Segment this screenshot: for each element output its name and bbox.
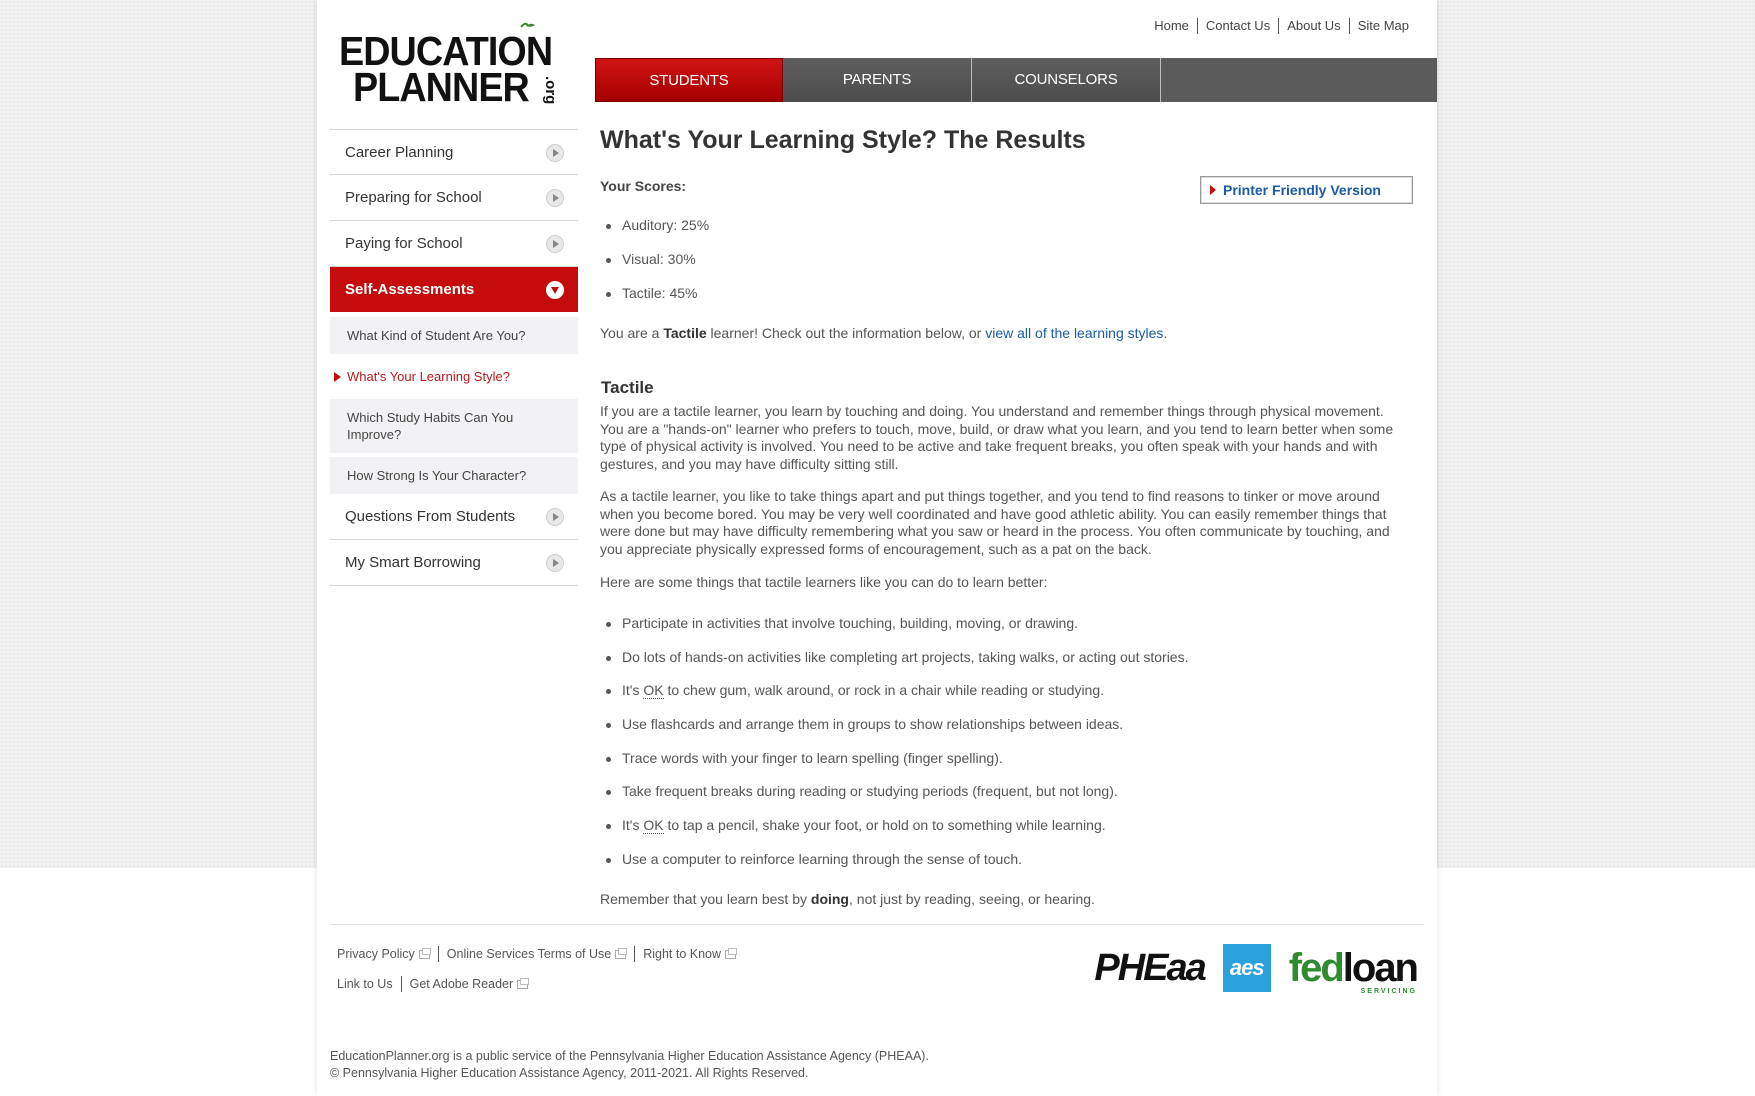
footer-link-label[interactable]: Right to Know: [643, 946, 721, 962]
fedloan-logo-fed: fed: [1288, 945, 1345, 990]
copyright-line-2: © Pennsylvania Higher Education Assistan…: [330, 1066, 809, 1080]
chevron-right-icon: [546, 189, 564, 207]
tip-item: Participate in activities that involve t…: [600, 615, 1188, 649]
sidebar-subitem-label: What's Your Learning Style?: [347, 369, 510, 384]
closing-part: Remember that you learn best by: [600, 891, 811, 907]
sidebar-item-label: Questions From Students: [345, 508, 516, 525]
logo-line2: PLANNER: [353, 64, 530, 110]
tip-item: Use flashcards and arrange them in group…: [600, 716, 1188, 750]
external-link-icon: [418, 947, 431, 959]
tip-item: Use a computer to reinforce learning thr…: [600, 851, 1188, 885]
closing-part: , not just by reading, seeing, or hearin…: [849, 891, 1095, 907]
footer-link-right-to-know[interactable]: Right to Know: [634, 946, 744, 962]
sidebar-item-preparing-for-school[interactable]: Preparing for School: [330, 175, 578, 221]
view-all-styles-link[interactable]: view all of the learning styles: [985, 325, 1163, 341]
fedloan-logo-loan: loan: [1342, 945, 1419, 990]
sidebar-item-label: Career Planning: [345, 144, 454, 161]
logo-suffix: .org: [542, 76, 559, 105]
description-paragraph-1: If you are a tactile learner, you learn …: [600, 403, 1394, 472]
footer-link-adobe-reader[interactable]: Get Adobe Reader: [400, 976, 537, 992]
page-container: EDUCATION PLANNER .org Home Contact Us A…: [317, 0, 1437, 1096]
footer-links-row: Privacy Policy Online Services Terms of …: [337, 946, 744, 976]
sidebar-nav: Career Planning Preparing for School Pay…: [330, 129, 578, 586]
page-title: What's Your Learning Style? The Results: [600, 126, 1086, 154]
tips-list: Participate in activities that involve t…: [600, 615, 1188, 885]
scores-label: Your Scores:: [600, 178, 687, 194]
tip-item: It's OK to chew gum, walk around, or roc…: [600, 682, 1188, 716]
sidebar-item-career-planning[interactable]: Career Planning: [330, 129, 578, 175]
utility-nav: Home Contact Us About Us Site Map: [1146, 18, 1417, 34]
footer-link-privacy[interactable]: Privacy Policy: [337, 946, 438, 962]
score-visual: Visual: 30%: [600, 251, 709, 285]
chevron-right-icon: [546, 508, 564, 526]
tab-parents[interactable]: PARENTS: [783, 58, 972, 102]
footer-link-label[interactable]: Get Adobe Reader: [410, 976, 514, 992]
score-tactile: Tactile: 45%: [600, 285, 709, 319]
util-link-sitemap[interactable]: Site Map: [1348, 18, 1417, 34]
section-title: Tactile: [601, 378, 654, 397]
tab-counselors[interactable]: COUNSELORS: [972, 58, 1161, 102]
apple-icon: [520, 22, 535, 28]
sidebar-item-questions-from-students[interactable]: Questions From Students: [330, 494, 578, 540]
intro-text: learner! Check out the information below…: [706, 325, 986, 341]
util-link-home[interactable]: Home: [1146, 18, 1197, 34]
sidebar-item-label: Preparing for School: [345, 189, 482, 206]
scores-list: Auditory: 25% Visual: 30% Tactile: 45%: [600, 217, 709, 319]
util-link-contact[interactable]: Contact Us: [1196, 18, 1278, 34]
sidebar-subitem-character[interactable]: How Strong Is Your Character?: [330, 457, 578, 494]
copyright-line-1: EducationPlanner.org is a public service…: [330, 1049, 929, 1063]
tips-intro: Here are some things that tactile learne…: [600, 574, 1048, 590]
sidebar-item-label: Paying for School: [345, 235, 463, 252]
partner-logos: PHEaa aes fedloan SERVICING: [1094, 944, 1419, 995]
sidebar-subitem-study-habits[interactable]: Which Study Habits Can You Improve?: [330, 399, 578, 453]
learner-type: Tactile: [663, 325, 707, 341]
tab-students[interactable]: STUDENTS: [595, 58, 783, 102]
sidebar-subitem-student-type[interactable]: What Kind of Student Are You?: [330, 317, 578, 354]
external-link-icon: [615, 947, 628, 959]
util-link-about[interactable]: About Us: [1278, 18, 1348, 34]
chevron-right-icon: [546, 144, 564, 162]
pheaa-logo[interactable]: PHEaa: [1094, 947, 1206, 990]
sidebar-subitem-learning-style[interactable]: What's Your Learning Style?: [330, 358, 578, 395]
sidebar-item-label: Self-Assessments: [345, 281, 475, 298]
external-link-icon: [517, 977, 530, 989]
footer-links-row: Link to Us Get Adobe Reader: [337, 976, 744, 1006]
aes-logo[interactable]: aes: [1222, 944, 1271, 992]
current-page-caret-icon: [334, 372, 341, 382]
description-paragraph-2: As a tactile learner, you like to take t…: [600, 488, 1390, 557]
closing-bold: doing: [810, 891, 849, 907]
footer-link-label[interactable]: Link to Us: [337, 976, 393, 992]
printer-friendly-button[interactable]: Printer Friendly Version: [1200, 176, 1413, 204]
sidebar-item-my-smart-borrowing[interactable]: My Smart Borrowing: [330, 540, 578, 586]
intro-text: .: [1163, 325, 1168, 341]
site-logo[interactable]: EDUCATION PLANNER .org: [339, 22, 569, 112]
result-intro: You are a Tactile learner! Check out the…: [600, 325, 1167, 341]
footer-divider: [330, 924, 1424, 925]
tip-item: Trace words with your finger to learn sp…: [600, 750, 1188, 784]
footer-links: Privacy Policy Online Services Terms of …: [337, 946, 744, 1006]
tip-item: Do lots of hands-on activities like comp…: [600, 649, 1188, 683]
score-auditory: Auditory: 25%: [600, 217, 709, 251]
sidebar-item-self-assessments[interactable]: Self-Assessments: [330, 267, 578, 313]
caret-right-icon: [1210, 185, 1216, 195]
printer-friendly-label: Printer Friendly Version: [1223, 182, 1381, 198]
fedloan-logo-servicing: SERVICING: [1360, 987, 1417, 995]
footer-link-label[interactable]: Online Services Terms of Use: [447, 946, 611, 962]
chevron-down-icon: [546, 281, 564, 299]
sidebar-item-label: My Smart Borrowing: [345, 554, 481, 571]
sidebar-item-paying-for-school[interactable]: Paying for School: [330, 221, 578, 267]
tip-item: Take frequent breaks during reading or s…: [600, 783, 1188, 817]
footer-link-link-to-us[interactable]: Link to Us: [337, 976, 401, 992]
copyright: EducationPlanner.org is a public service…: [330, 1048, 929, 1082]
tip-item: It's OK to tap a pencil, shake your foot…: [600, 817, 1188, 851]
main-tabs: STUDENTS PARENTS COUNSELORS: [595, 58, 1437, 102]
chevron-right-icon: [546, 554, 564, 572]
chevron-right-icon: [546, 235, 564, 253]
fedloan-logo[interactable]: fedloan SERVICING: [1288, 945, 1419, 995]
intro-text: You are a: [600, 325, 664, 341]
footer-link-label[interactable]: Privacy Policy: [337, 946, 415, 962]
footer-link-terms[interactable]: Online Services Terms of Use: [437, 946, 634, 962]
closing-text: Remember that you learn best by doing, n…: [600, 891, 1095, 907]
external-link-icon: [725, 947, 738, 959]
